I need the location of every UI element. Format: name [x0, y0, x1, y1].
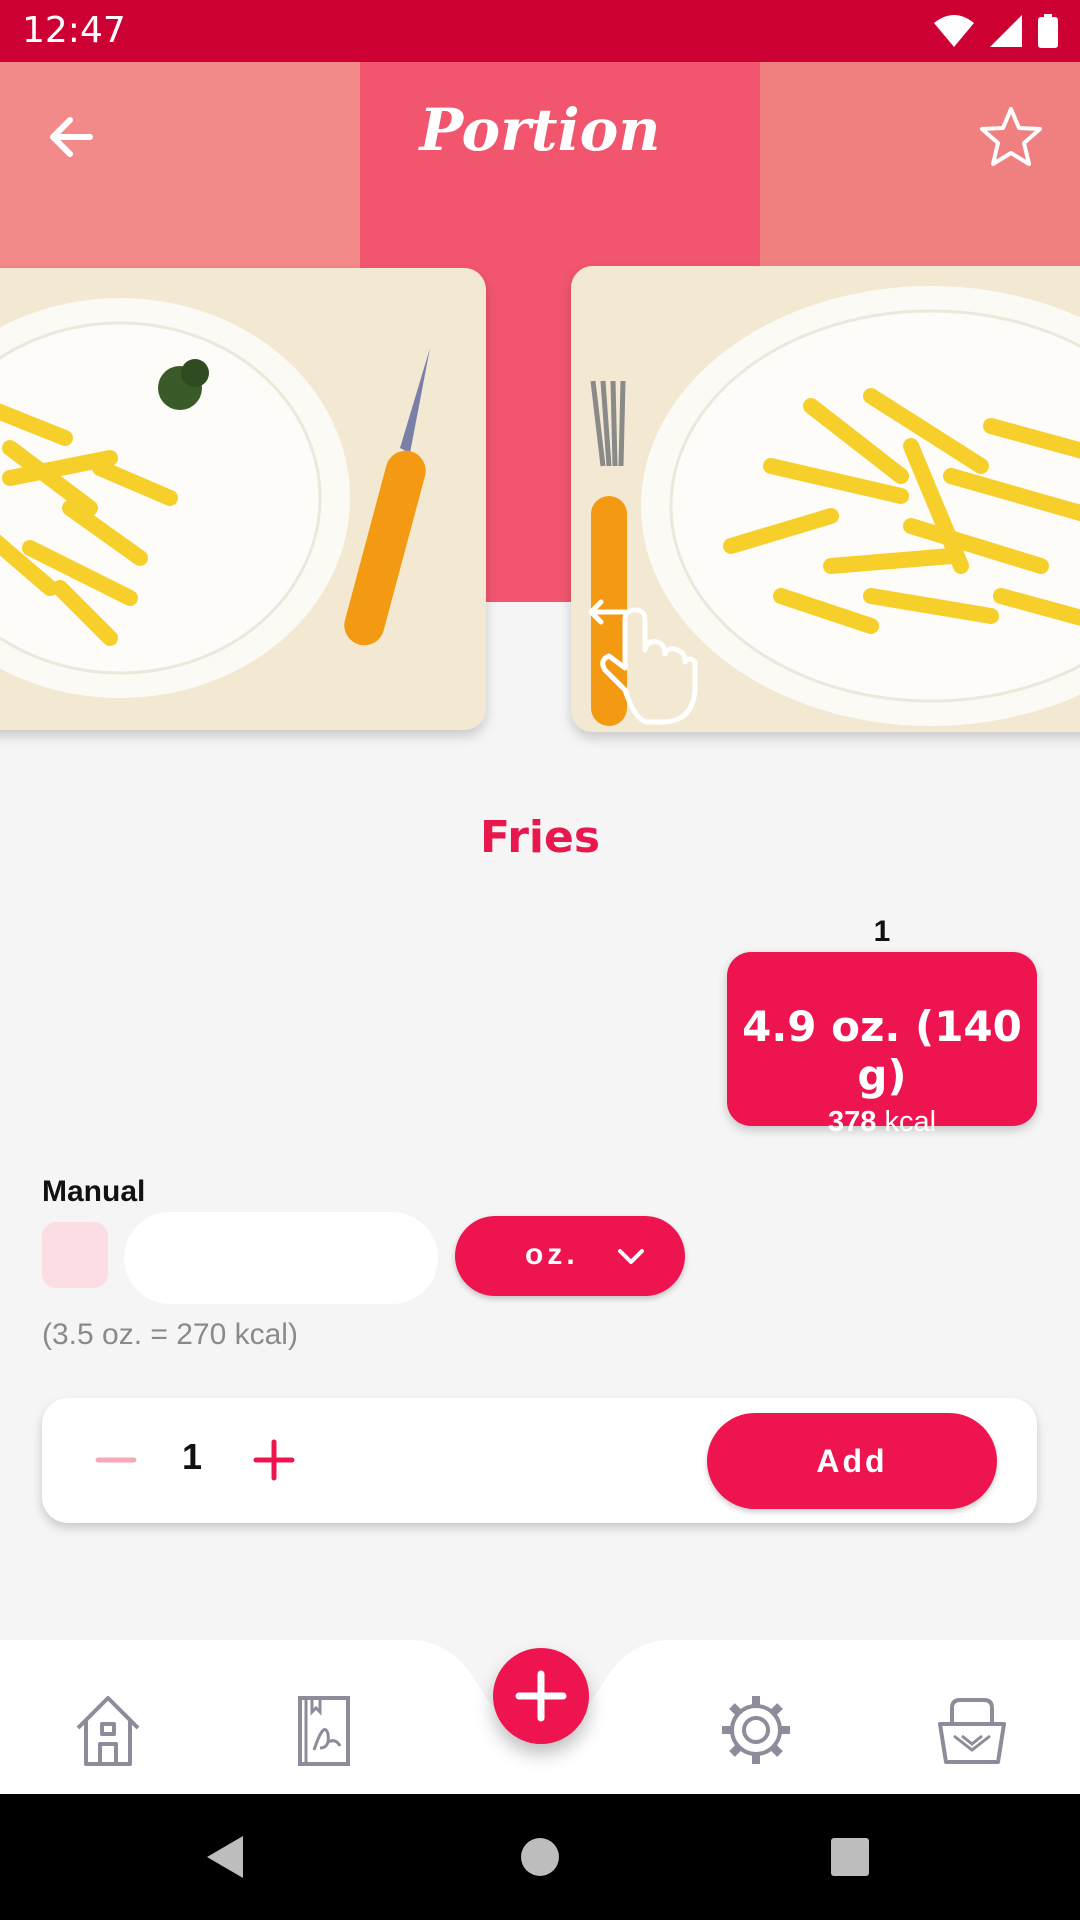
quantity-value: 1 [181, 1436, 203, 1477]
battery-icon [1038, 14, 1058, 48]
settings-icon[interactable] [716, 1690, 796, 1770]
cellular-signal-icon [990, 15, 1022, 47]
status-time: 12:47 [22, 10, 126, 51]
quantity-bar: 1 Add [42, 1398, 1037, 1523]
system-back-icon[interactable] [205, 1834, 245, 1880]
system-nav-bar [0, 1794, 1080, 1920]
swipe-hand-icon [588, 599, 698, 725]
portion-kcal-value: 378 [827, 1106, 877, 1138]
page-title: Portion [419, 96, 661, 164]
plus-icon[interactable] [248, 1434, 300, 1486]
chevron-down-icon [618, 1249, 644, 1264]
food-name: Fries [479, 812, 601, 863]
manual-label: Manual [42, 1175, 146, 1208]
portion-index: 1 [873, 915, 891, 948]
recipe-book-icon[interactable] [284, 1690, 364, 1770]
minus-icon[interactable] [90, 1434, 142, 1486]
add-button[interactable]: Add [707, 1413, 997, 1509]
favorite-star-icon[interactable] [978, 104, 1044, 170]
unit-dropdown[interactable]: oz. [455, 1216, 685, 1296]
add-food-fab[interactable] [493, 1648, 589, 1744]
portion-image-previous[interactable] [0, 268, 486, 730]
portion-kcal: 378 kcal [727, 1106, 1037, 1139]
manual-checkbox[interactable] [42, 1222, 108, 1288]
portion-option-card[interactable]: 4.9 oz. (140 g) 378 kcal [727, 952, 1037, 1138]
system-recents-icon[interactable] [830, 1834, 870, 1880]
status-icons [934, 14, 1058, 48]
system-home-icon[interactable] [520, 1834, 560, 1880]
status-bar: 12:47 [0, 0, 1080, 62]
basket-icon[interactable] [932, 1690, 1012, 1770]
header-band-left [0, 62, 370, 272]
kcal-reference: (3.5 oz. = 270 kcal) [42, 1318, 298, 1351]
unit-dropdown-label: oz. [525, 1238, 579, 1271]
portion-kcal-unit: kcal [884, 1106, 937, 1138]
portion-amount: 4.9 oz. (140 g) [742, 1002, 1022, 1100]
wifi-icon [934, 15, 974, 47]
manual-amount-input[interactable] [124, 1212, 438, 1304]
home-icon[interactable] [68, 1690, 148, 1770]
fries-plate-image [0, 268, 486, 730]
add-icon [515, 1670, 567, 1722]
